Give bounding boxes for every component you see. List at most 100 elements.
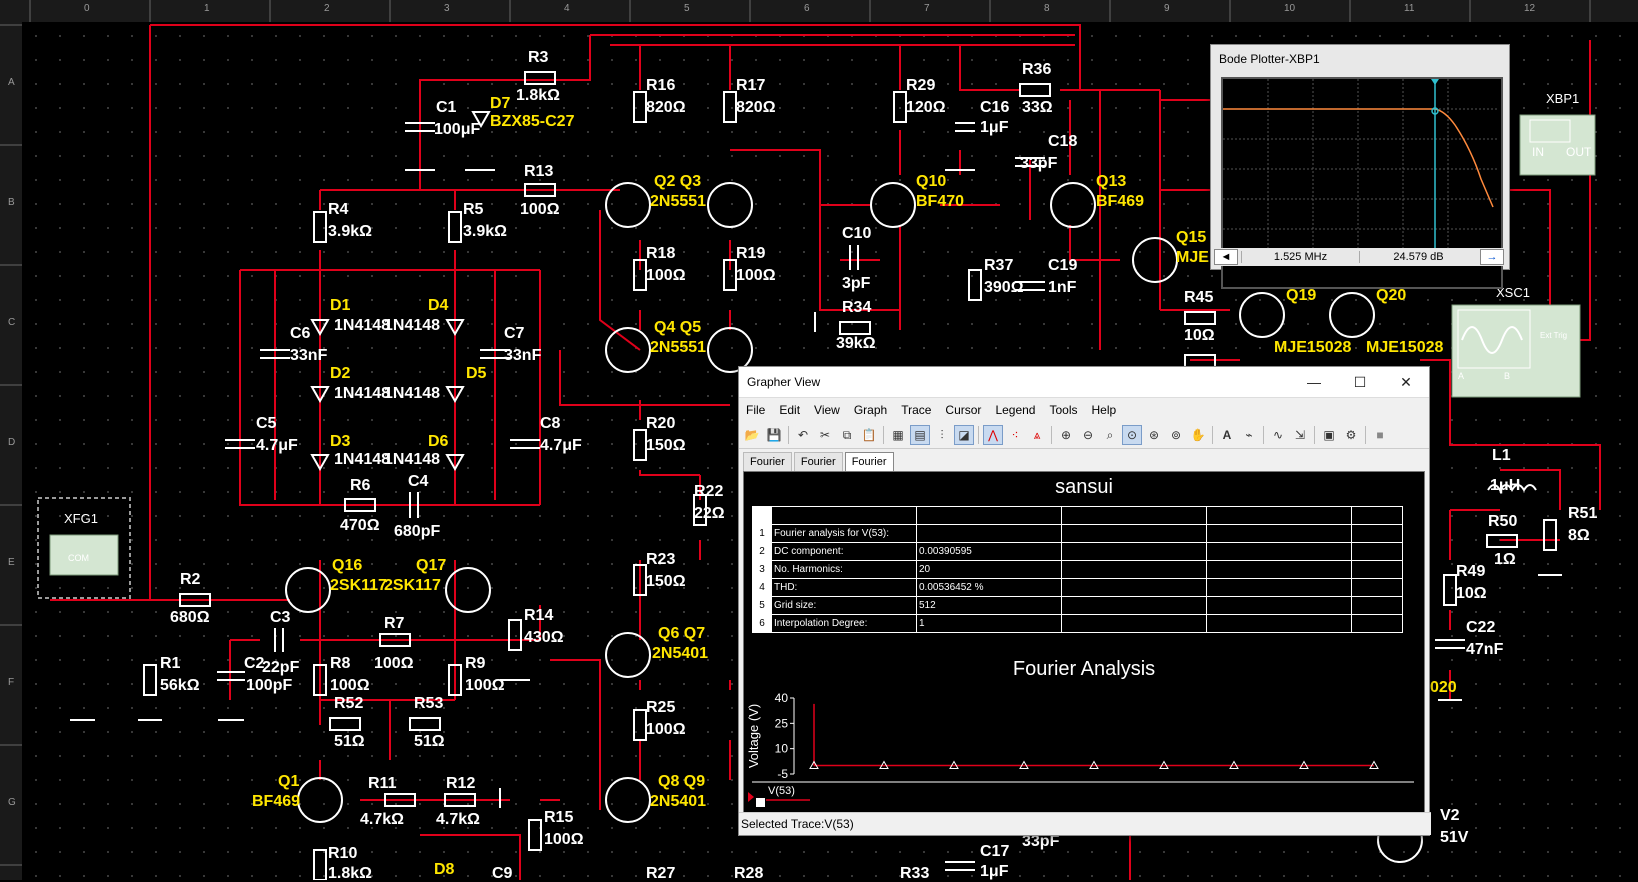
tab-fourier-1[interactable]: Fourier (743, 452, 792, 471)
c1-value[interactable]: 100μF (434, 122, 480, 138)
q19-ref[interactable]: Q19 (1286, 288, 1316, 304)
r13-value[interactable]: 100Ω (520, 202, 560, 218)
cut-icon[interactable]: ✂ (815, 425, 835, 445)
v2-value[interactable]: 51V (1440, 830, 1468, 846)
q6q7-value[interactable]: 2N5401 (652, 646, 708, 662)
grapher-view-window[interactable]: Grapher View — ☐ ✕ File Edit View Graph … (738, 366, 1431, 836)
l1-value[interactable]: 1μH (1490, 478, 1520, 494)
q8q9-ref[interactable]: Q8 Q9 (658, 774, 705, 790)
r1-ref[interactable]: R1 (160, 656, 180, 672)
r15-ref[interactable]: R15 (544, 810, 573, 826)
page-properties-icon[interactable]: ⚙ (1341, 425, 1361, 445)
menu-trace[interactable]: Trace (894, 403, 938, 417)
r18-value[interactable]: 100Ω (646, 268, 686, 284)
r9-ref[interactable]: R9 (465, 656, 485, 672)
r16-ref[interactable]: R16 (646, 78, 675, 94)
q4q5-value[interactable]: 2N5551 (650, 340, 706, 356)
c10-ref[interactable]: C10 (842, 226, 871, 242)
r52-ref[interactable]: R52 (334, 696, 363, 712)
xbp1-ref[interactable]: XBP1 (1546, 92, 1579, 105)
bode-plotter-window[interactable]: Bode Plotter-XBP1 (1210, 44, 1510, 289)
r15-value[interactable]: 100Ω (544, 832, 584, 848)
menu-help[interactable]: Help (1085, 403, 1124, 417)
r23-ref[interactable]: R23 (646, 552, 675, 568)
menu-edit[interactable]: Edit (772, 403, 807, 417)
r3-value[interactable]: 1.8kΩ (516, 88, 560, 104)
r16-value[interactable]: 820Ω (646, 100, 686, 116)
r50-value[interactable]: 1Ω (1494, 552, 1516, 568)
menu-legend[interactable]: Legend (988, 403, 1042, 417)
menu-file[interactable]: File (739, 403, 772, 417)
r7-value[interactable]: 100Ω (374, 656, 414, 672)
d3-ref[interactable]: D3 (330, 434, 350, 450)
c18-value[interactable]: 33pF (1020, 156, 1057, 172)
r52-value[interactable]: 51Ω (334, 734, 365, 750)
r17-ref[interactable]: R17 (736, 78, 765, 94)
stop-icon[interactable]: ■ (1370, 425, 1390, 445)
undo-icon[interactable]: ↶ (793, 425, 813, 445)
q10-value[interactable]: BF470 (916, 194, 964, 210)
label-icon[interactable]: ⌁ (1239, 425, 1259, 445)
r20-value[interactable]: 150Ω (646, 438, 686, 454)
grapher-titlebar[interactable]: Grapher View — ☐ ✕ (739, 367, 1429, 398)
q1-value[interactable]: BF469 (252, 794, 300, 810)
r36-value[interactable]: 33Ω (1022, 100, 1053, 116)
q1-ref[interactable]: Q1 (278, 774, 299, 790)
r49-value[interactable]: 10Ω (1456, 586, 1487, 602)
r34-value[interactable]: 39kΩ (836, 336, 876, 352)
r14-value[interactable]: 430Ω (524, 630, 564, 646)
r37-ref[interactable]: R37 (984, 258, 1013, 274)
r14-ref[interactable]: R14 (524, 608, 553, 624)
trace-line-icon[interactable]: ⋀ (983, 425, 1003, 445)
r29-value[interactable]: 120Ω (906, 100, 946, 116)
d6-value[interactable]: 1N4148 (384, 452, 440, 468)
r37-value[interactable]: 390Ω (984, 280, 1024, 296)
q15-ref[interactable]: Q15 (1176, 230, 1206, 246)
r1-value[interactable]: 56kΩ (160, 678, 200, 694)
c16-value[interactable]: 1μF (980, 120, 1008, 136)
d7-value[interactable]: BZX85-C27 (490, 114, 574, 130)
d5-value[interactable]: 1N4148 (384, 386, 440, 402)
r2-ref[interactable]: R2 (180, 572, 200, 588)
c19-ref[interactable]: C19 (1048, 258, 1077, 274)
r3-ref[interactable]: R3 (528, 50, 548, 66)
q13-ref[interactable]: Q13 (1096, 174, 1126, 190)
q20-value[interactable]: MJE15028 (1366, 340, 1443, 356)
r9-value[interactable]: 100Ω (465, 678, 505, 694)
r4-ref[interactable]: R4 (328, 202, 348, 218)
c1-ref[interactable]: C1 (436, 100, 456, 116)
r6-ref[interactable]: R6 (350, 478, 370, 494)
r2-value[interactable]: 680Ω (170, 610, 210, 626)
c3-value[interactable]: 22pF (262, 660, 299, 676)
r36-ref[interactable]: R36 (1022, 62, 1051, 78)
r4-value[interactable]: 3.9kΩ (328, 224, 372, 240)
close-button[interactable]: ✕ (1383, 367, 1429, 397)
d4-ref[interactable]: D4 (428, 298, 448, 314)
q19-value[interactable]: MJE15028 (1274, 340, 1351, 356)
menu-graph[interactable]: Graph (847, 403, 894, 417)
q15-value[interactable]: MJE (1176, 250, 1209, 266)
r53-ref[interactable]: R53 (414, 696, 443, 712)
c3-ref[interactable]: C3 (270, 610, 290, 626)
q16-value[interactable]: 2SK117 (330, 578, 387, 594)
r13-ref[interactable]: R13 (524, 164, 553, 180)
r10-ref[interactable]: R10 (328, 846, 357, 862)
q13-value[interactable]: BF469 (1096, 194, 1144, 210)
c18-ref[interactable]: C18 (1048, 134, 1077, 150)
c2-ref[interactable]: C2 (244, 656, 264, 672)
r7-ref[interactable]: R7 (384, 616, 404, 632)
save-icon[interactable]: 💾 (764, 425, 784, 445)
r12-ref[interactable]: R12 (446, 776, 475, 792)
minimize-button[interactable]: — (1291, 367, 1337, 397)
legend-toggle-icon[interactable]: ▤ (910, 425, 930, 445)
c22-ref[interactable]: C22 (1466, 620, 1495, 636)
reverse-colors-icon[interactable]: ◪ (954, 425, 974, 445)
grid-icon[interactable]: ▦ (888, 425, 908, 445)
trace-markers-icon[interactable]: ⩓ (1027, 425, 1047, 445)
trace-points-icon[interactable]: ⁖ (1005, 425, 1025, 445)
r23-value[interactable]: 150Ω (646, 574, 686, 590)
d3-value[interactable]: 1N4148 (334, 452, 390, 468)
c17b-value[interactable]: 33pF (1022, 834, 1059, 850)
c7-ref[interactable]: C7 (504, 326, 524, 342)
paste-icon[interactable]: 📋 (859, 425, 879, 445)
